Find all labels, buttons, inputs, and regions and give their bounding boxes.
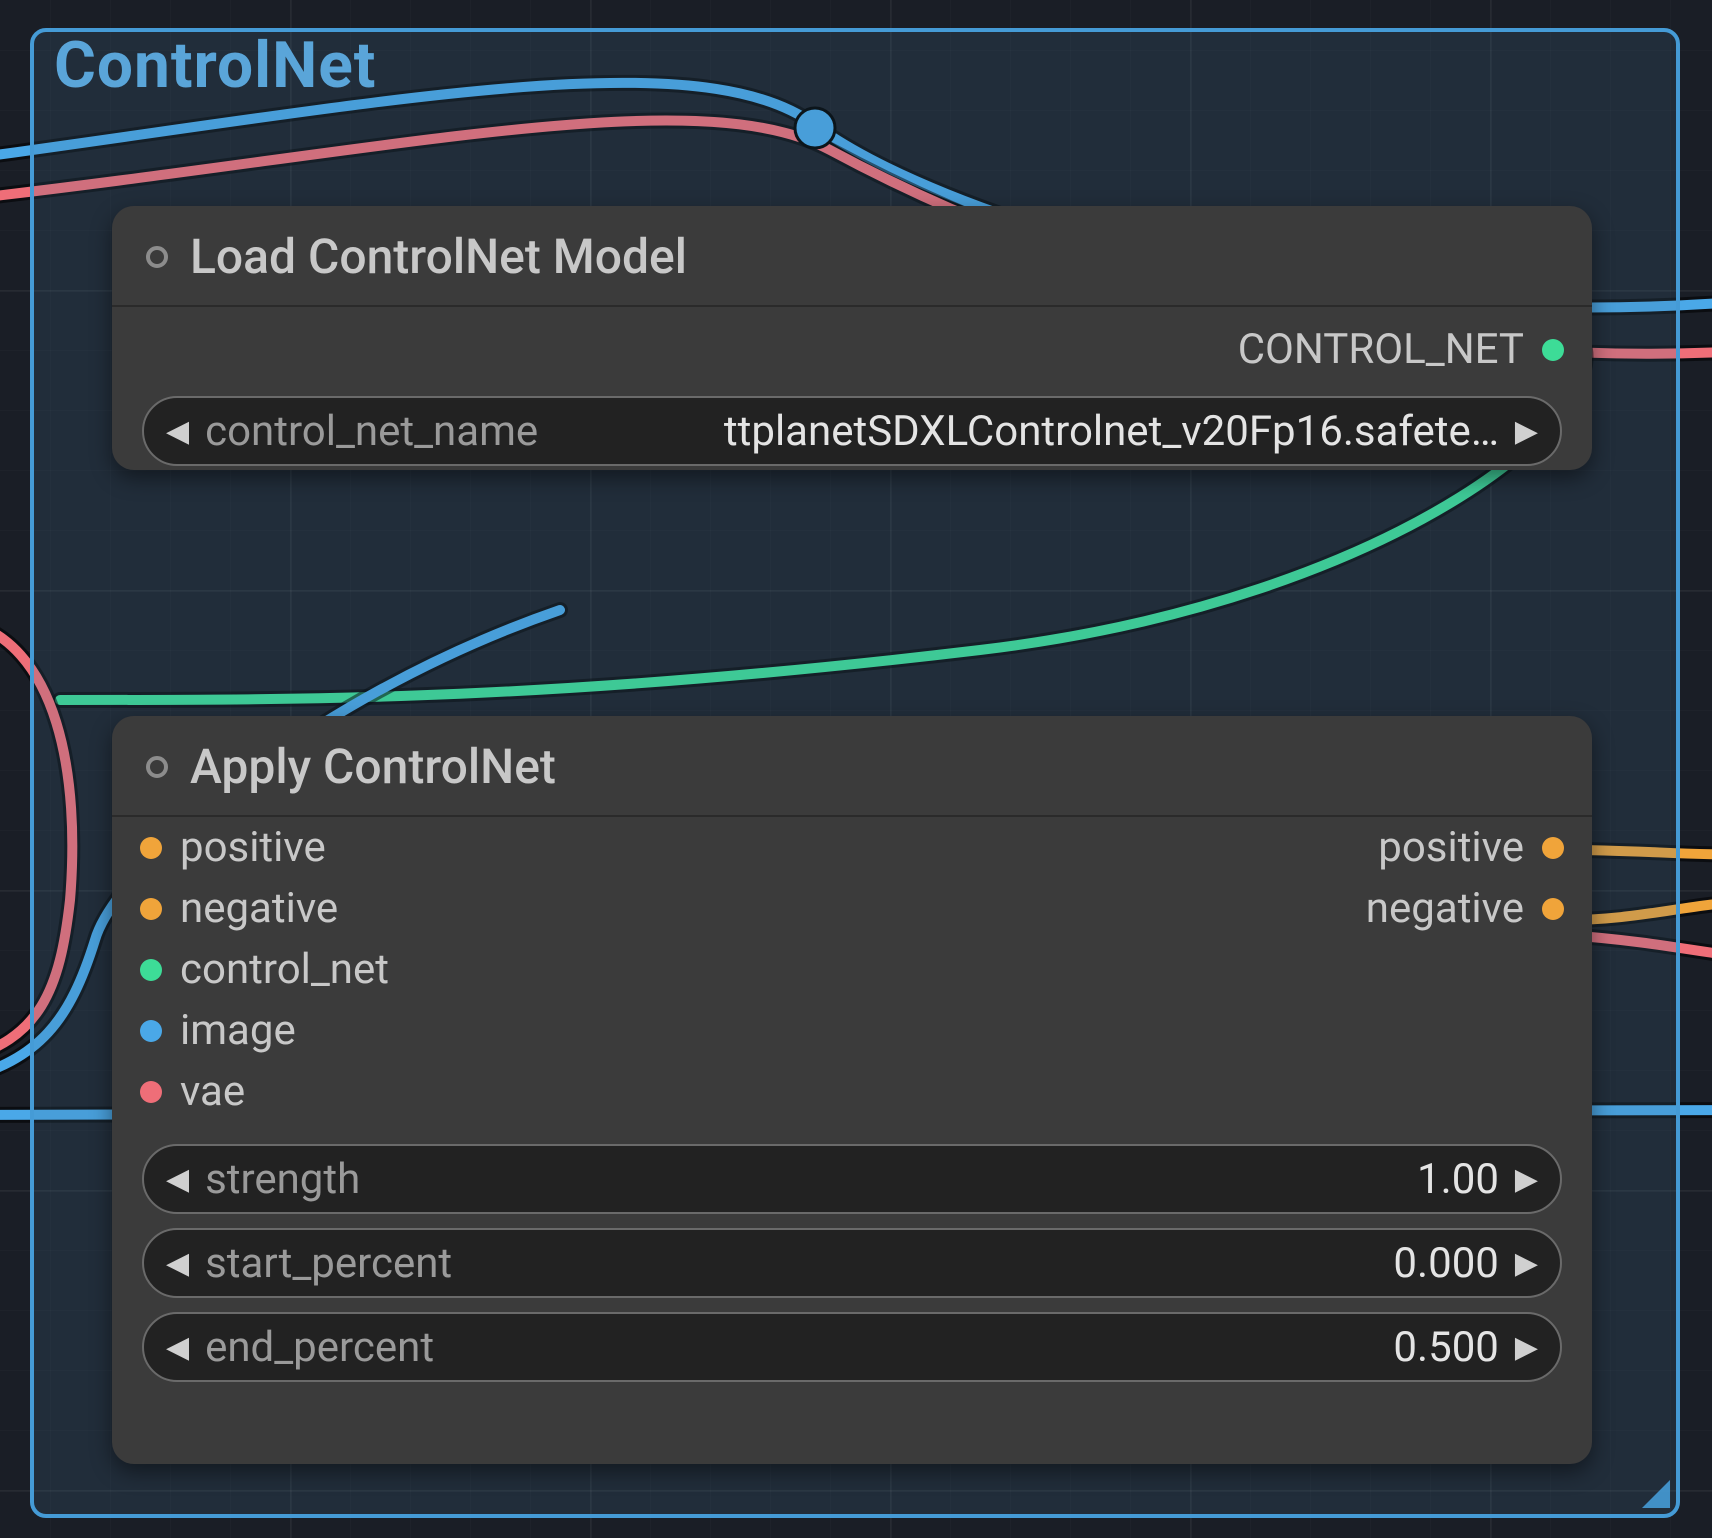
chevron-left-icon[interactable]: ◀ [166,1162,189,1197]
output-positive-row: positive [1378,823,1564,872]
output-control-net: CONTROL_NET [112,307,1592,382]
param-strength[interactable]: ◀ strength 1.00 ▶ [142,1144,1562,1214]
chevron-left-icon[interactable]: ◀ [166,1246,189,1281]
input-control-net: control_net [140,945,389,994]
input-port-image[interactable] [140,1020,162,1042]
chevron-left-icon[interactable]: ◀ [166,1330,189,1365]
chevron-right-icon[interactable]: ▶ [1515,1330,1538,1365]
output-port-control-net[interactable] [1542,339,1564,361]
node-header[interactable]: Load ControlNet Model [112,206,1592,307]
param-control-net-name[interactable]: ◀ control_net_name ttplanetSDXLControlne… [142,396,1562,466]
chevron-left-icon[interactable]: ◀ [166,414,189,449]
param-end-percent[interactable]: ◀ end_percent 0.500 ▶ [142,1312,1562,1382]
param-start-percent[interactable]: ◀ start_percent 0.000 ▶ [142,1228,1562,1298]
input-port-positive[interactable] [140,837,162,859]
output-port-positive[interactable] [1542,837,1564,859]
collapse-toggle-icon[interactable] [146,246,168,268]
input-port-negative[interactable] [140,898,162,920]
input-port-control-net[interactable] [140,959,162,981]
chevron-right-icon[interactable]: ▶ [1515,1246,1538,1281]
output-port-negative[interactable] [1542,898,1564,920]
input-port-vae[interactable] [140,1081,162,1103]
input-image: image [140,1006,296,1055]
group-resize-handle[interactable] [1642,1480,1670,1508]
input-positive: positive [140,823,326,872]
input-vae: vae [140,1067,245,1116]
group-title: ControlNet [54,28,376,103]
chevron-right-icon[interactable]: ▶ [1515,414,1538,449]
chevron-right-icon[interactable]: ▶ [1515,1162,1538,1197]
node-load-controlnet-model[interactable]: Load ControlNet Model CONTROL_NET ◀ cont… [112,206,1592,470]
output-negative-row: negative [1366,884,1564,933]
input-negative: negative [140,884,338,933]
node-title: Apply ControlNet [190,738,556,795]
node-header[interactable]: Apply ControlNet [112,716,1592,817]
node-graph-canvas[interactable]: ControlNet Load ControlNet Model CONTROL… [0,0,1712,1538]
node-apply-controlnet[interactable]: Apply ControlNet positive positive negat… [112,716,1592,1464]
node-title: Load ControlNet Model [190,228,687,285]
collapse-toggle-icon[interactable] [146,756,168,778]
